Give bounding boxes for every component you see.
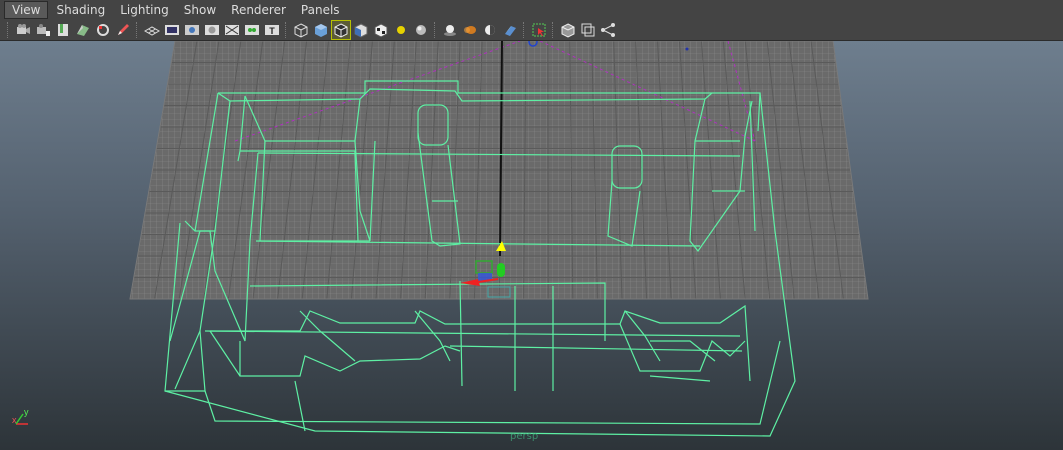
menu-view[interactable]: View [4, 1, 49, 19]
use-all-lights-icon[interactable] [392, 21, 410, 39]
axis-y-label: y [24, 407, 29, 417]
two-d-pan-zoom-icon[interactable] [94, 21, 112, 39]
toolbar-separator [434, 22, 437, 38]
depth-of-field-icon[interactable] [501, 21, 519, 39]
screen-space-ao-icon[interactable] [441, 21, 459, 39]
isolate-select-icon[interactable] [530, 21, 548, 39]
camera-name-label: persp [510, 431, 539, 442]
panel-toolbar: T [0, 20, 1063, 41]
svg-text:T: T [269, 26, 275, 36]
multisample-aa-icon[interactable] [481, 21, 499, 39]
menu-renderer[interactable]: Renderer [224, 1, 293, 19]
wireframe-on-shaded-icon[interactable] [331, 20, 351, 40]
shadows-icon[interactable] [412, 21, 430, 39]
menu-show[interactable]: Show [177, 1, 223, 19]
smooth-shade-icon[interactable] [312, 21, 330, 39]
safe-action-icon[interactable] [243, 21, 261, 39]
perspective-viewport[interactable]: y x persp [0, 41, 1063, 450]
textured-icon[interactable] [372, 21, 390, 39]
wireframe-icon[interactable] [292, 21, 310, 39]
toolbar-separator [523, 22, 526, 38]
resolution-gate-icon[interactable] [183, 21, 201, 39]
toolbar-separator [552, 22, 555, 38]
menu-shading[interactable]: Shading [49, 1, 112, 19]
motion-blur-icon[interactable] [461, 21, 479, 39]
film-gate-icon[interactable] [163, 21, 181, 39]
xray-joints-icon[interactable] [599, 21, 617, 39]
camera-attributes-icon[interactable] [34, 21, 52, 39]
grid-icon[interactable] [143, 21, 161, 39]
xray-icon[interactable] [559, 21, 577, 39]
light-marker [685, 47, 689, 51]
toolbar-separator [136, 22, 139, 38]
safe-title-icon[interactable]: T [263, 21, 281, 39]
default-material-icon[interactable] [352, 21, 370, 39]
menu-lighting[interactable]: Lighting [113, 1, 176, 19]
camera-select-icon[interactable] [14, 21, 32, 39]
toolbar-separator [285, 22, 288, 38]
toolbar-separator [7, 22, 10, 38]
gate-mask-icon[interactable] [203, 21, 221, 39]
bookmark-icon[interactable] [54, 21, 72, 39]
menu-panels[interactable]: Panels [294, 1, 347, 19]
view-axis-indicator: y x [8, 406, 38, 432]
grease-pencil-icon[interactable] [114, 21, 132, 39]
image-plane-icon[interactable] [74, 21, 92, 39]
field-chart-icon[interactable] [223, 21, 241, 39]
xray-active-components-icon[interactable] [579, 21, 597, 39]
menu-bar: View Shading Lighting Show Renderer Pane… [0, 0, 1063, 20]
axis-x-label: x [12, 415, 17, 425]
